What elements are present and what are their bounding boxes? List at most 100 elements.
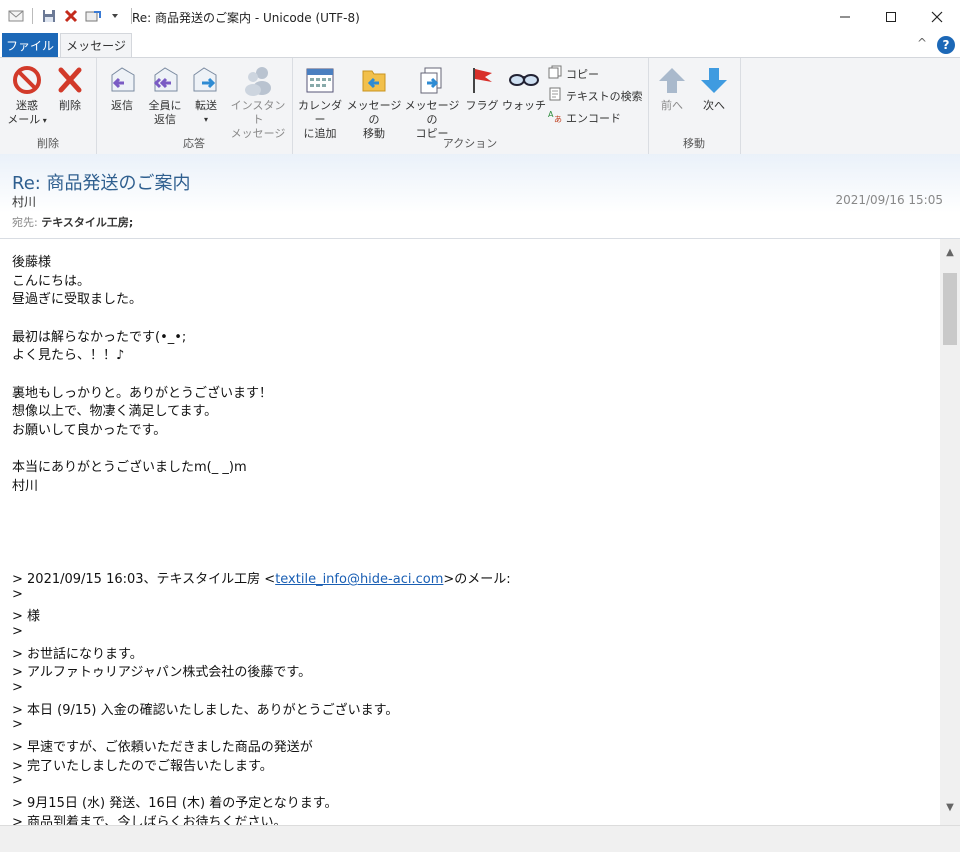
minimize-button[interactable] xyxy=(822,0,868,33)
watch-button[interactable]: ウォッチ xyxy=(502,64,546,113)
body-line: > 2021/09/15 16:03、テキスタイル工房 <textile_inf… xyxy=(12,572,511,588)
body-line: > 商品到着まで、今しばらくお待ちください。 xyxy=(12,814,287,826)
copy-icon xyxy=(548,65,562,82)
help-icon[interactable]: ? xyxy=(937,36,955,54)
body-line: 後藤様 xyxy=(12,255,52,270)
encode-icon: Aあ xyxy=(548,109,562,126)
delete-button[interactable]: 削除 xyxy=(48,64,92,113)
reply-button[interactable]: 返信 xyxy=(100,64,144,113)
reply-label: 返信 xyxy=(111,99,133,112)
body-line: > xyxy=(12,773,23,789)
envelope-icon xyxy=(8,8,24,24)
delete-x-icon xyxy=(54,64,86,96)
delete-label: 削除 xyxy=(59,99,81,112)
body-line: > xyxy=(12,586,23,602)
encode-button[interactable]: Aあ エンコード xyxy=(548,109,621,126)
folder-move-icon xyxy=(358,64,390,96)
scroll-up-icon[interactable]: ▲ xyxy=(940,247,960,258)
add-calendar-button[interactable]: カレンダー に追加 xyxy=(296,64,344,141)
find-text-label: テキストの検索 xyxy=(566,89,643,103)
body-line: お願いして良かったです。 xyxy=(12,422,167,438)
body-line: > xyxy=(12,624,23,639)
reply-icon xyxy=(106,64,138,96)
reply-all-label: 全員に 返信 xyxy=(148,99,182,126)
group-move-label: 移動 xyxy=(683,137,705,150)
message-to: 宛先: テキスタイル工房; xyxy=(12,214,133,230)
copy-message-button[interactable]: メッセージの コピー xyxy=(404,64,460,141)
tab-file[interactable]: ファイル xyxy=(2,33,58,57)
body-line: > xyxy=(12,679,23,695)
ribbon: 迷惑 メール ▾ 削除 削除 返信 全員に 返信 転送 ▾ インスタント メッセ… xyxy=(0,57,960,155)
body-line: > xyxy=(12,717,23,733)
add-calendar-label: カレンダー に追加 xyxy=(298,99,342,140)
instant-message-label: インスタント メッセージ xyxy=(230,99,286,140)
chevron-down-icon[interactable] xyxy=(107,8,123,24)
body-line: 村川 xyxy=(12,478,39,494)
status-bar xyxy=(0,825,960,852)
prev-label: 前へ xyxy=(661,99,683,112)
body-line: 想像以上で、物凄く満足してます。 xyxy=(12,404,218,420)
separator xyxy=(32,8,33,24)
copy-label: コピー xyxy=(566,67,599,81)
group-respond: 返信 全員に 返信 転送 ▾ インスタント メッセージ 応答 xyxy=(96,58,293,154)
body-line: 本当にありがとうございましたm(_ _)m xyxy=(12,460,247,476)
group-delete: 迷惑 メール ▾ 削除 削除 xyxy=(0,58,97,154)
reply-all-icon xyxy=(149,64,181,96)
save-icon[interactable] xyxy=(41,8,57,24)
glasses-icon xyxy=(508,64,540,96)
window-title: Re: 商品発送のご案内 - Unicode (UTF-8) xyxy=(132,11,360,25)
arrow-down-icon xyxy=(698,64,730,96)
message-from[interactable]: 村川 xyxy=(12,193,36,210)
to-recipient[interactable]: テキスタイル工房; xyxy=(41,216,133,229)
body-line: 裏地もしっかりと。ありがとうございます！ xyxy=(12,385,273,401)
group-move: 前へ 次へ 移動 xyxy=(648,58,741,154)
body-line: > アルファトゥリアジャパン株式会社の後藤です。 xyxy=(12,665,312,681)
copy-message-label: メッセージの コピー xyxy=(404,99,460,140)
arrow-up-icon xyxy=(656,64,688,96)
scroll-thumb[interactable] xyxy=(943,273,957,345)
message-header: Re: 商品発送のご案内 村川 2021/09/16 15:05 宛先: テキス… xyxy=(0,154,960,239)
close-button[interactable] xyxy=(914,0,960,33)
find-text-icon xyxy=(548,87,562,104)
block-icon xyxy=(11,64,43,96)
scroll-down-icon[interactable]: ▼ xyxy=(940,802,960,813)
flag-icon xyxy=(466,64,498,96)
reply-all-button[interactable]: 全員に 返信 xyxy=(143,64,187,127)
vertical-scrollbar[interactable]: ▲ ▼ xyxy=(940,239,960,825)
body-line: > 9月15日 (水) 発送、16日 (木) 着の予定となります。 xyxy=(12,795,338,811)
group-delete-label: 削除 xyxy=(37,137,59,150)
find-text-button[interactable]: テキストの検索 xyxy=(548,87,643,104)
quote-email-link[interactable]: textile_info@hide-aci.com xyxy=(275,572,443,587)
ribbon-tabs: ファイル メッセージ xyxy=(0,33,960,57)
body-line: よく見たら、！！♪ xyxy=(12,348,125,364)
svg-text:あ: あ xyxy=(554,115,562,123)
encode-label: エンコード xyxy=(566,111,621,125)
send-receive-icon[interactable] xyxy=(85,8,101,24)
group-respond-label: 応答 xyxy=(183,137,205,150)
forward-button[interactable]: 転送 ▾ xyxy=(184,64,228,127)
collapse-ribbon-icon[interactable]: ^ xyxy=(917,36,927,50)
copy-message-icon xyxy=(416,64,448,96)
tab-message[interactable]: メッセージ xyxy=(60,33,132,57)
copy-button[interactable]: コピー xyxy=(548,65,599,82)
body-line: > 本日 (9/15) 入金の確認いたしました、ありがとうございます。 xyxy=(12,702,399,718)
instant-message-button[interactable]: インスタント メッセージ xyxy=(228,64,288,141)
move-message-label: メッセージの 移動 xyxy=(346,99,402,140)
delete-icon[interactable] xyxy=(63,8,79,24)
maximize-button[interactable] xyxy=(868,0,914,33)
junk-button[interactable]: 迷惑 メール ▾ xyxy=(5,64,49,128)
message-body[interactable]: 後藤様 こんにちは。 昼過ぎに受取ました。 最初は解らなかったです(•_•; よく見たら… xyxy=(0,239,940,825)
move-message-button[interactable]: メッセージの 移動 xyxy=(346,64,402,141)
quick-access-toolbar xyxy=(8,8,134,24)
body-line: 最初は解らなかったです(•_•; xyxy=(12,329,187,345)
next-button[interactable]: 次へ xyxy=(692,64,736,113)
flag-label: フラグ xyxy=(465,99,499,112)
flag-button[interactable]: フラグ xyxy=(462,64,502,113)
title-bar: Re: 商品発送のご案内 - Unicode (UTF-8) xyxy=(0,0,960,33)
prev-button[interactable]: 前へ xyxy=(650,64,694,113)
calendar-icon xyxy=(304,64,336,96)
people-icon xyxy=(242,64,274,96)
body-line: > 完了いたしましたのでご報告いたします。 xyxy=(12,758,273,774)
body-line: > 様 xyxy=(12,609,41,625)
body-line: > 早速ですが、ご依頼いただきました商品の発送が xyxy=(12,739,313,755)
